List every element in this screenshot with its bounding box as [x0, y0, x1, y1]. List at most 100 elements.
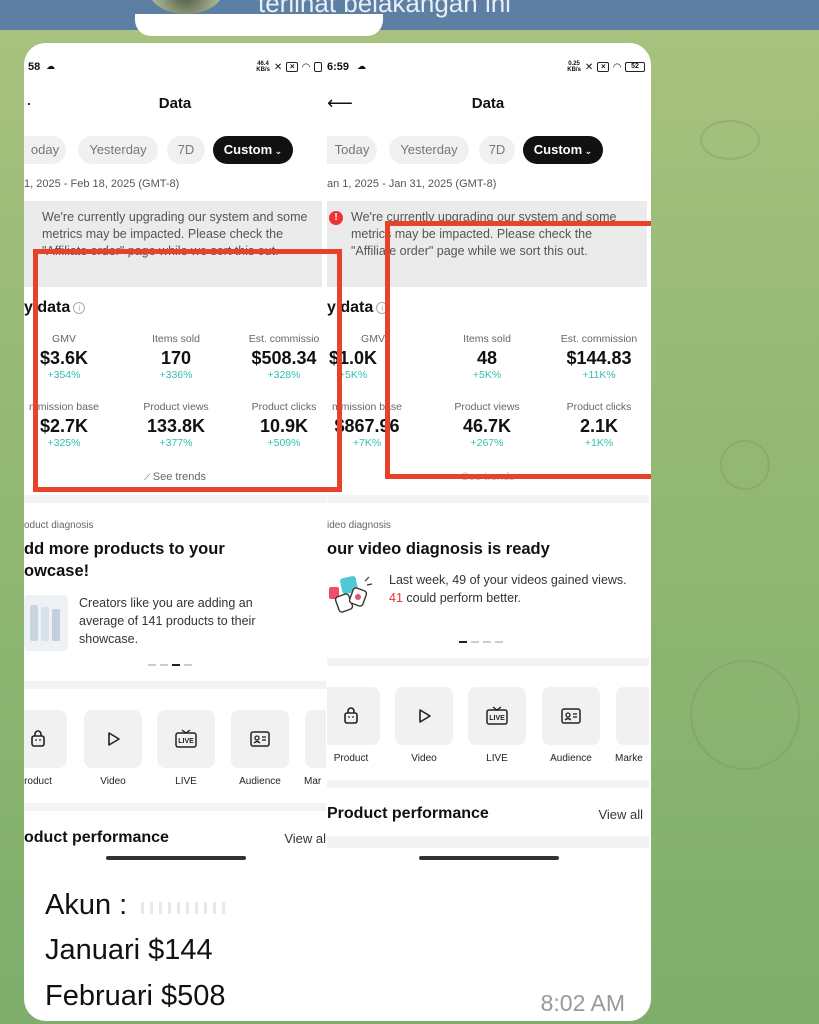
shopping-bag-icon — [24, 710, 67, 768]
shortcut-video[interactable]: Video — [83, 710, 143, 787]
diagnosis-text-part: could perform better. — [402, 591, 522, 605]
diagnosis-count: 49 — [452, 573, 467, 587]
diagnosis-title-line1: dd more products to your — [24, 540, 225, 558]
shortcut-audience[interactable]: Audience — [541, 687, 601, 764]
product-thumbnail-icon — [24, 595, 68, 651]
divider — [327, 780, 649, 788]
back-arrow-icon[interactable]: · — [26, 93, 32, 114]
tab-custom-label: Custom — [533, 142, 583, 157]
shortcut-label: LIVE — [175, 776, 197, 787]
mute-icon: ✕ — [584, 61, 594, 73]
tab-7d[interactable]: 7D — [479, 136, 515, 164]
shortcut-live[interactable]: LIVE LIVE — [467, 687, 527, 764]
shortcut-marketing[interactable]: Mar — [304, 710, 326, 787]
id-card-icon — [231, 710, 289, 768]
divider — [327, 658, 649, 666]
carousel-dot — [483, 641, 491, 643]
divider — [24, 681, 326, 689]
carousel-dot — [160, 664, 168, 666]
contact-avatar[interactable] — [148, 0, 224, 14]
divider — [24, 495, 326, 503]
carousel-dot — [459, 641, 467, 643]
cloud-icon: ☁ — [357, 61, 366, 71]
back-arrow-icon[interactable]: ⟵ — [327, 93, 353, 114]
view-all-link[interactable]: View all — [598, 807, 643, 822]
diagnosis-count-red: 41 — [389, 591, 403, 605]
shortcut-video[interactable]: Video — [394, 687, 454, 764]
status-time: 6:59 — [327, 61, 350, 73]
diagnosis-text-part: Last week, — [389, 573, 453, 587]
live-tv-icon: LIVE — [468, 687, 526, 745]
carousel-dots — [459, 641, 503, 643]
home-indicator[interactable] — [106, 856, 246, 860]
shortcut-audience[interactable]: Audience — [230, 710, 290, 787]
tab-yesterday[interactable]: Yesterday — [78, 136, 158, 164]
carousel-dot — [184, 664, 192, 666]
page-header: ⟵ Data — [327, 93, 649, 119]
highlight-box-february — [33, 249, 342, 492]
home-indicator[interactable] — [419, 856, 559, 860]
message-bubble[interactable]: 58 ☁ 46.4 KB/s ✕ × ◠ · Data oday Yesterda… — [24, 43, 651, 1021]
diagnosis-title-line2: owcase! — [24, 562, 90, 580]
tab-7d[interactable]: 7D — [167, 136, 205, 164]
tab-custom[interactable]: Custom ⌄ — [213, 136, 293, 164]
chevron-down-icon: ⌄ — [272, 146, 283, 156]
view-all-link[interactable]: View al — [284, 831, 326, 846]
date-tabs: Today Yesterday 7D Custom ⌄ — [327, 136, 649, 166]
diagnosis-text: Creators like you are adding an average … — [79, 596, 256, 646]
previous-message-bubble — [135, 14, 383, 36]
tab-custom[interactable]: Custom ⌄ — [523, 136, 603, 164]
carousel-dot — [148, 664, 156, 666]
product-performance-title: Product performance — [327, 805, 489, 822]
chat-header: terlihat belakangan ini — [0, 0, 819, 30]
shortcut-label: Audience — [239, 776, 281, 787]
wifi-icon: ◠ — [613, 61, 621, 73]
net-speed: 46.4 KB/s — [256, 61, 270, 73]
caption-line-january: Januari $144 — [45, 934, 213, 966]
caption-line-account: Akun : — [45, 882, 226, 928]
shortcut-product[interactable]: Product — [327, 687, 381, 764]
highlight-box-january — [385, 221, 651, 479]
tab-today[interactable]: Today — [327, 136, 377, 164]
close-box-icon: × — [597, 62, 610, 72]
page-title: Data — [158, 95, 192, 112]
live-tv-icon: LIVE — [157, 710, 215, 768]
shortcut-label: Video — [411, 753, 437, 764]
shortcut-live[interactable]: LIVE LIVE — [156, 710, 216, 787]
page-title: Data — [471, 95, 505, 112]
diagnosis-label: oduct diagnosis — [24, 520, 94, 531]
marketing-icon — [305, 710, 326, 768]
diagnosis-title: our video diagnosis is ready — [327, 540, 550, 558]
battery-icon — [314, 62, 322, 72]
divider — [327, 836, 649, 848]
warning-icon: ! — [329, 211, 343, 225]
background-doodle — [720, 440, 770, 490]
carousel-dot — [495, 641, 503, 643]
svg-text:LIVE: LIVE — [178, 738, 194, 745]
tab-yesterday[interactable]: Yesterday — [389, 136, 469, 164]
play-icon — [84, 710, 142, 768]
shortcut-label: Marke — [615, 753, 643, 764]
mute-icon: ✕ — [273, 61, 283, 73]
status-bar: 58 ☁ 46.4 KB/s ✕ × ◠ — [24, 61, 326, 79]
carousel-dot — [172, 664, 180, 666]
cloud-icon: ☁ — [46, 61, 55, 71]
shortcut-label: Video — [100, 776, 126, 787]
shortcut-marketing[interactable]: Marke — [615, 687, 649, 764]
caption-account-label: Akun : — [45, 889, 136, 921]
diagnosis-title: dd more products to your owcase! — [24, 538, 324, 582]
divider — [24, 803, 326, 811]
play-icon — [395, 687, 453, 745]
tab-today[interactable]: oday — [24, 136, 66, 164]
product-performance-title: oduct performance — [24, 829, 169, 846]
chevron-down-icon: ⌄ — [582, 146, 593, 156]
shortcut-label: Product — [333, 753, 369, 764]
wifi-icon: ◠ — [302, 61, 310, 73]
video-diagnosis-icon — [327, 573, 375, 621]
shortcut-label: Mar — [304, 776, 322, 787]
shortcut-product[interactable]: roduct — [24, 710, 68, 787]
redacted-account-name — [135, 882, 226, 928]
carousel-dot — [471, 641, 479, 643]
shortcut-label: roduct — [24, 776, 52, 787]
tab-custom-label: Custom — [223, 142, 273, 157]
